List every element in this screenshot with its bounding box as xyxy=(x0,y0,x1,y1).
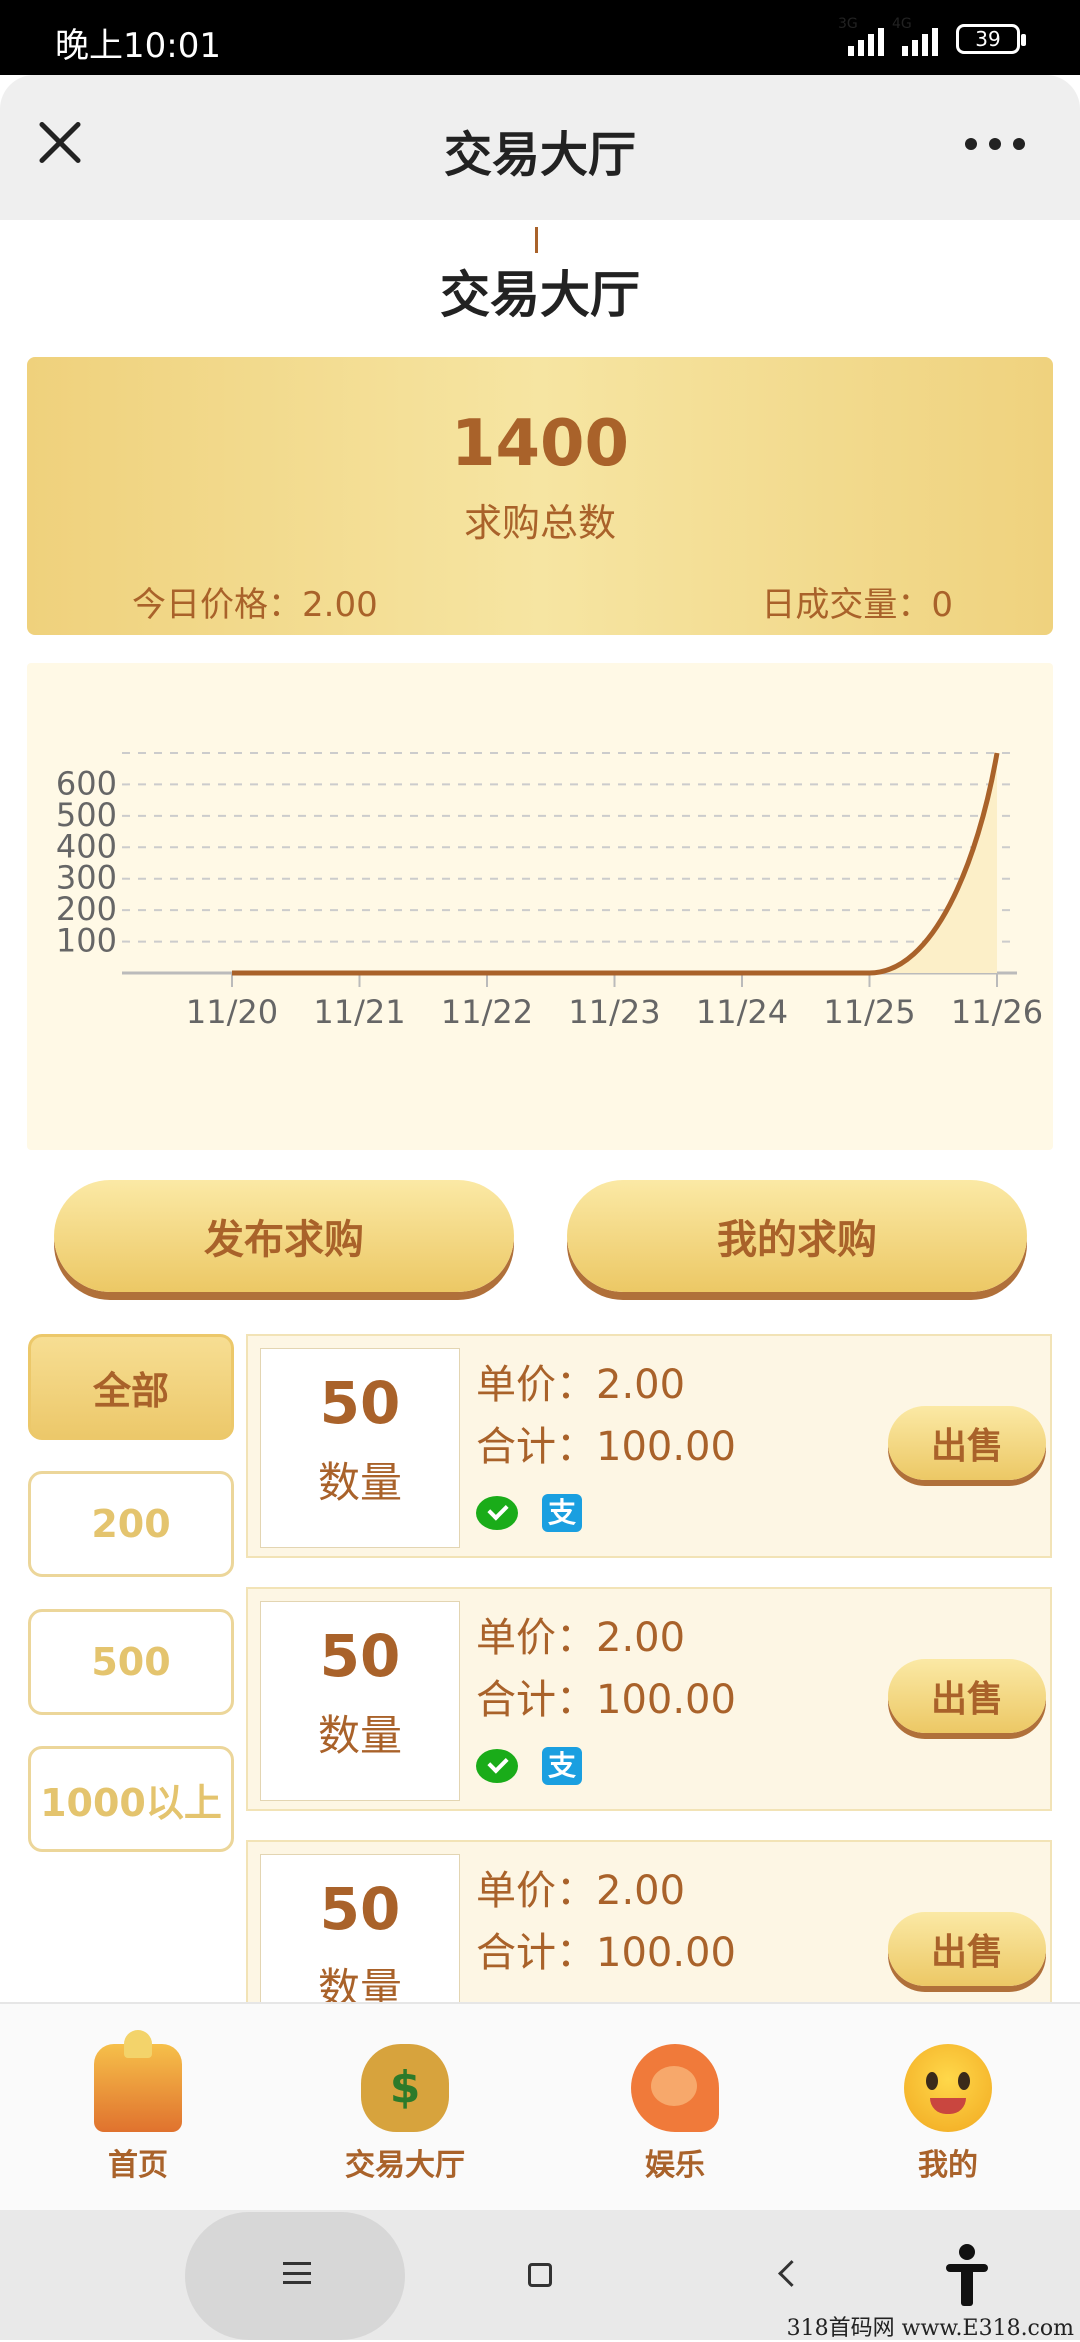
money-bag-icon xyxy=(361,2044,449,2132)
status-time: 晚上10:01 xyxy=(55,26,221,66)
menu-icon xyxy=(283,2262,311,2284)
my-requests-button[interactable]: 我的求购 xyxy=(567,1180,1027,1292)
nav-mine[interactable]: 我的 xyxy=(848,2044,1048,2184)
list-item: 50 数量 单价：2.00 合计：100.00 支 出售 xyxy=(246,1334,1052,1558)
entertainment-icon xyxy=(631,2044,719,2132)
chart-panel: 100 200 300 400 500 600 11/20 11/21 11/22 11/23 11… xyxy=(27,663,1053,1150)
nav-trading-hall-label: 交易大厅 xyxy=(345,2148,465,2183)
total-price: 合计：100.00 xyxy=(476,1677,736,1723)
bottom-nav: 首页 交易大厅 娱乐 我的 xyxy=(0,2002,1080,2212)
nav-mine-label: 我的 xyxy=(918,2148,978,2183)
nav-entertainment[interactable]: 娱乐 xyxy=(575,2044,775,2184)
watermark: 318首码网 www.E318.com xyxy=(786,2316,1074,2341)
header-title: 交易大厅 xyxy=(443,127,636,183)
x-tick-label: 11/26 xyxy=(951,993,1043,1031)
nav-entertainment-label: 娱乐 xyxy=(645,2148,705,2183)
x-tick-label: 11/21 xyxy=(313,993,405,1031)
alipay-icon: 支 xyxy=(542,1747,582,1785)
quantity-box: 50 数量 xyxy=(260,1348,460,1548)
series-line xyxy=(232,752,1000,976)
daily-volume: 日成交量：0 xyxy=(761,585,953,625)
list-item: 50 数量 单价：2.00 合计：100.00 支 出售 xyxy=(246,1587,1052,1811)
quantity-box: 50 数量 xyxy=(260,1601,460,1801)
x-tick-label: 11/25 xyxy=(823,993,915,1031)
filter-all[interactable]: 全部 xyxy=(28,1334,234,1440)
today-price: 今日价格：2.00 xyxy=(132,585,378,625)
x-tick-label: 11/24 xyxy=(696,993,788,1031)
status-icons: 3G 4G 39 xyxy=(838,16,1026,56)
wechat-pay-icon xyxy=(476,1749,518,1783)
home-icon xyxy=(94,2030,182,2132)
quantity-box: 50 数量 xyxy=(260,1854,460,2002)
series-area xyxy=(869,753,997,973)
nav-trading-hall[interactable]: 交易大厅 xyxy=(305,2044,505,2184)
nav-home[interactable]: 首页 xyxy=(38,2030,238,2184)
total-price: 合计：100.00 xyxy=(476,1930,736,1976)
quantity-label: 数量 xyxy=(317,1458,402,1507)
smiley-icon xyxy=(904,2044,992,2132)
sell-button[interactable]: 出售 xyxy=(888,1406,1046,1480)
list-item: 50 数量 单价：2.00 合计：100.00 出售 xyxy=(246,1840,1052,2002)
sell-button[interactable]: 出售 xyxy=(888,1912,1046,1986)
sell-button[interactable]: 出售 xyxy=(888,1659,1046,1733)
accessibility-icon[interactable] xyxy=(942,2244,992,2306)
quantity-label: 数量 xyxy=(317,1964,402,2002)
y-tick-label: 600 xyxy=(56,764,117,802)
unit-price: 单价：2.00 xyxy=(476,1868,686,1914)
x-tick-label: 11/23 xyxy=(568,993,660,1031)
quantity-label: 数量 xyxy=(317,1711,402,1760)
total-price: 合计：100.00 xyxy=(476,1424,736,1470)
x-tick-label: 11/22 xyxy=(441,993,533,1031)
system-home-icon[interactable] xyxy=(528,2263,552,2287)
nav-home-label: 首页 xyxy=(108,2148,168,2183)
filter-200[interactable]: 200 xyxy=(28,1471,234,1577)
unit-price: 单价：2.00 xyxy=(476,1615,686,1661)
unit-price: 单价：2.00 xyxy=(476,1362,686,1408)
alipay-icon: 支 xyxy=(542,1494,582,1532)
price-chart: 10020030040050060011/20 11/21 11/22 11/23 11… xyxy=(56,752,1043,1031)
summary-card: 1400 求购总数 今日价格：2.00 日成交量：0 xyxy=(27,357,1053,635)
filter-1000-plus[interactable]: 1000以上 xyxy=(28,1746,234,1852)
battery-icon: 39 xyxy=(956,24,1026,54)
summary-divider xyxy=(535,227,538,253)
signal-3g-icon: 3G xyxy=(838,16,884,56)
page-title: 交易大厅 xyxy=(440,266,640,324)
total-count: 1400 xyxy=(450,407,630,481)
more-icon[interactable] xyxy=(965,138,1025,158)
filter-500[interactable]: 500 xyxy=(28,1609,234,1715)
quantity-value: 50 xyxy=(319,1875,401,1943)
quantity-value: 50 xyxy=(319,1369,401,1437)
x-tick-label: 11/20 xyxy=(186,993,278,1031)
total-count-label: 求购总数 xyxy=(463,501,616,545)
signal-4g-icon: 4G xyxy=(892,16,938,56)
wechat-pay-icon xyxy=(476,1496,518,1530)
publish-request-button[interactable]: 发布求购 xyxy=(54,1180,514,1292)
quantity-value: 50 xyxy=(319,1622,401,1690)
